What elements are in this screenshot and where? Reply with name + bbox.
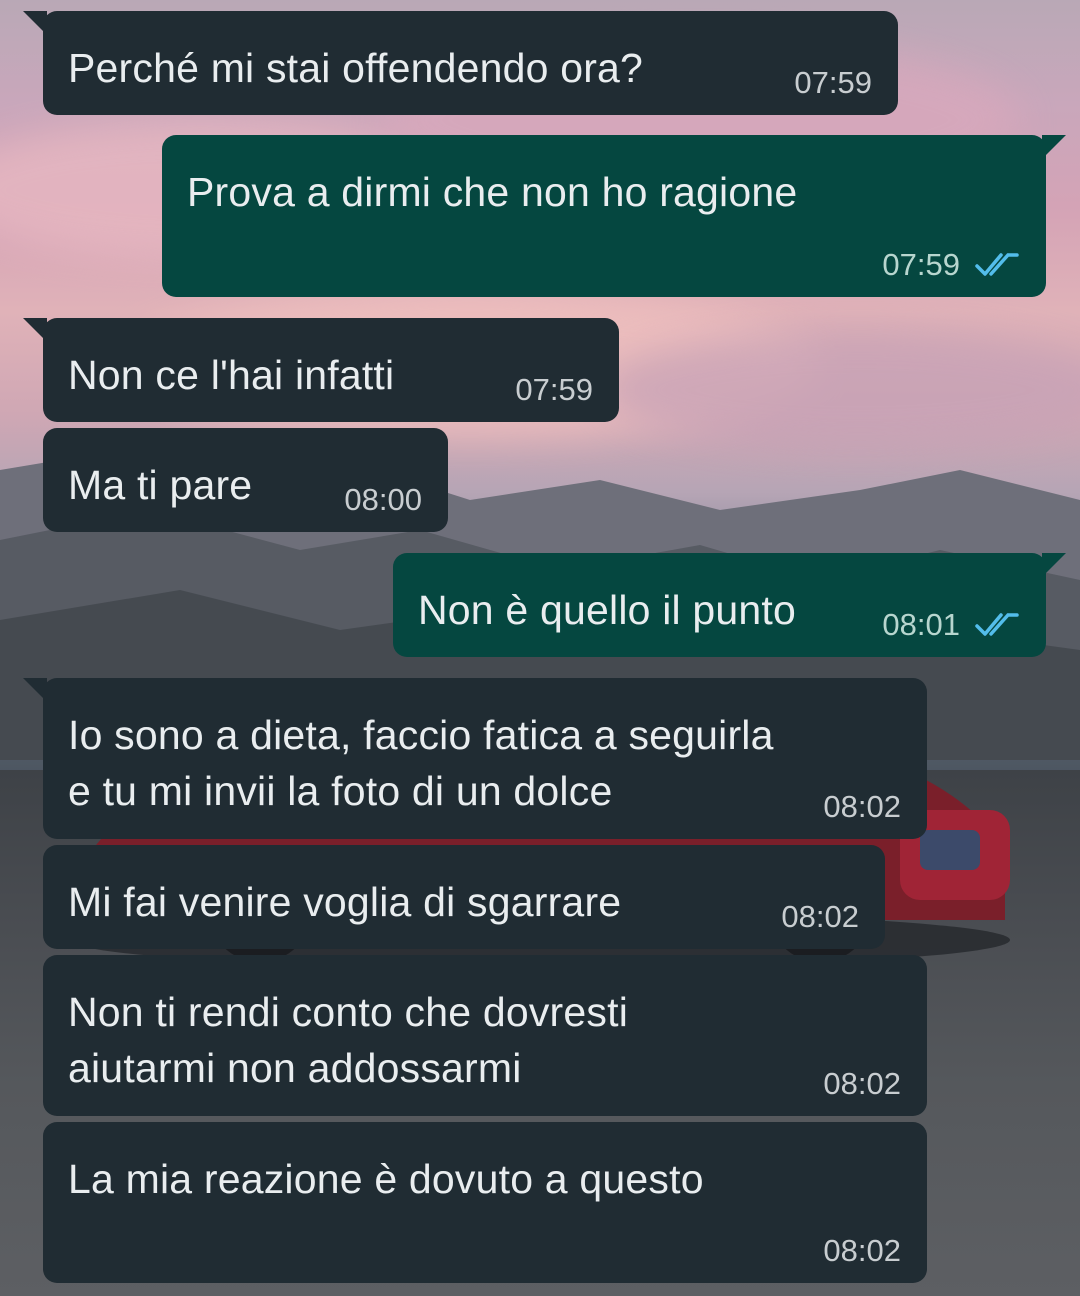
message-meta: 07:59: [794, 65, 872, 101]
message-time: 08:02: [823, 789, 901, 824]
message-incoming[interactable]: La mia reazione è dovuto a questo 08:02: [43, 1122, 927, 1283]
double-check-read-icon: [975, 613, 1019, 636]
message-text: Perché mi stai offendendo ora?: [68, 45, 644, 91]
message-incoming[interactable]: Perché mi stai offendendo ora? 07:59: [23, 11, 898, 115]
message-time: 08:02: [823, 1066, 901, 1101]
message-meta: 07:59: [882, 247, 1020, 283]
message-text: Mi fai venire voglia di sgarrare: [68, 879, 622, 925]
message-text: Prova a dirmi che non ho ragione: [187, 169, 798, 215]
message-meta: 08:02: [781, 899, 859, 935]
message-time: 07:59: [794, 65, 872, 100]
message-time: 07:59: [515, 372, 593, 407]
message-time: 08:01: [882, 607, 960, 642]
message-incoming[interactable]: Ma ti pare 08:00: [43, 428, 448, 532]
message-meta: 08:02: [823, 1233, 901, 1269]
message-time: 08:02: [823, 1233, 901, 1268]
message-meta: 08:02: [823, 789, 901, 825]
message-time: 08:02: [781, 899, 859, 934]
message-text: La mia reazione è dovuto a questo: [68, 1156, 704, 1202]
message-meta: 08:00: [344, 482, 422, 518]
message-text: Io sono a dieta, faccio fatica a seguirl…: [68, 712, 774, 814]
message-meta: 08:02: [823, 1066, 901, 1102]
message-outgoing[interactable]: Prova a dirmi che non ho ragione 07:59: [162, 135, 1066, 297]
message-incoming[interactable]: Non ce l'hai infatti 07:59: [23, 318, 619, 422]
message-incoming[interactable]: Io sono a dieta, faccio fatica a seguirl…: [23, 678, 927, 839]
message-incoming[interactable]: Non ti rendi conto che dovresti aiutarmi…: [43, 955, 927, 1116]
message-list[interactable]: Perché mi stai offendendo ora? 07:59 Pro…: [0, 0, 1080, 1296]
message-incoming[interactable]: Mi fai venire voglia di sgarrare 08:02: [43, 845, 885, 949]
message-time: 08:00: [344, 482, 422, 517]
message-meta: 07:59: [515, 372, 593, 408]
message-text: Non ti rendi conto che dovresti aiutarmi…: [68, 989, 629, 1091]
double-check-read-icon: [975, 253, 1019, 276]
message-meta: 08:01: [882, 607, 1020, 643]
message-time: 07:59: [882, 247, 960, 282]
message-outgoing[interactable]: Non è quello il punto 08:01: [393, 553, 1066, 657]
